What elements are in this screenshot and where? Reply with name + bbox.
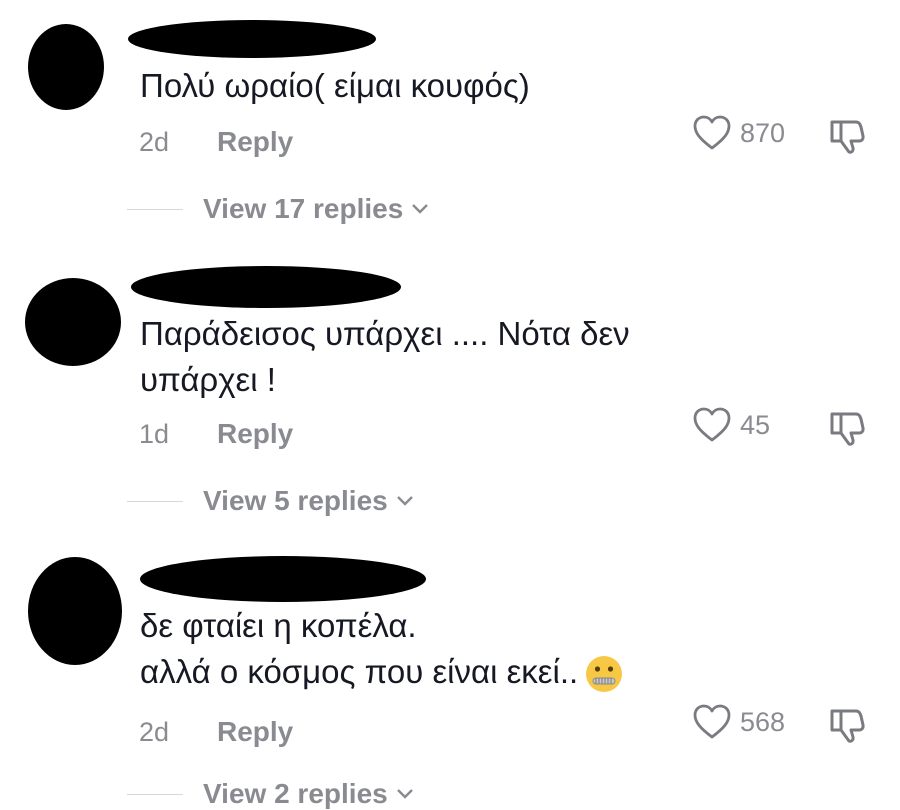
avatar[interactable] <box>28 557 122 665</box>
reply-button[interactable]: Reply <box>217 716 293 748</box>
heart-icon <box>693 407 731 442</box>
heart-icon <box>693 704 731 739</box>
like-button[interactable]: 568 <box>692 703 785 741</box>
zipper-mouth-face-emoji <box>586 656 623 693</box>
reply-button[interactable]: Reply <box>217 418 293 450</box>
view-replies-button[interactable]: View 5 replies <box>127 485 414 517</box>
view-replies-label: View 17 replies <box>203 193 404 224</box>
divider-line <box>127 500 183 502</box>
view-replies-button[interactable]: View 17 replies <box>127 193 429 225</box>
redacted-username <box>140 556 426 602</box>
like-button[interactable]: 870 <box>692 114 785 152</box>
comment-text: Παράδεισος υπάρχει .... Νότα δεν υπάρχει… <box>140 315 630 398</box>
redacted-username <box>131 266 401 308</box>
like-count: 568 <box>740 706 786 737</box>
reply-button[interactable]: Reply <box>217 126 293 158</box>
comment-time: 2d <box>139 127 170 157</box>
avatar[interactable] <box>25 278 121 366</box>
dislike-icon[interactable] <box>826 406 870 450</box>
comment-text: δε φταίει η κοπέλα. αλλά ο κόσμος που εί… <box>140 603 624 695</box>
divider-line <box>127 208 183 210</box>
redacted-username <box>128 20 376 58</box>
dislike-icon[interactable] <box>826 114 870 158</box>
avatar[interactable] <box>28 24 104 110</box>
comment-time: 1d <box>139 419 170 449</box>
divider-line <box>127 793 183 795</box>
chevron-down-icon <box>412 204 429 214</box>
like-count: 45 <box>740 409 771 440</box>
chevron-down-icon <box>396 496 413 506</box>
comment-text-body: δε φταίει η κοπέλα. αλλά ο κόσμος που εί… <box>140 607 579 690</box>
view-replies-label: View 2 replies <box>203 778 388 809</box>
dislike-icon[interactable] <box>826 703 870 747</box>
like-count: 870 <box>740 117 786 148</box>
comment-time: 2d <box>139 717 170 747</box>
like-button[interactable]: 45 <box>692 406 770 444</box>
heart-icon <box>693 115 731 150</box>
view-replies-button[interactable]: View 2 replies <box>127 778 414 810</box>
comment-text: Πολύ ωραίο( είμαι κουφός) <box>140 67 530 104</box>
chevron-down-icon <box>396 789 413 799</box>
view-replies-label: View 5 replies <box>203 485 388 516</box>
